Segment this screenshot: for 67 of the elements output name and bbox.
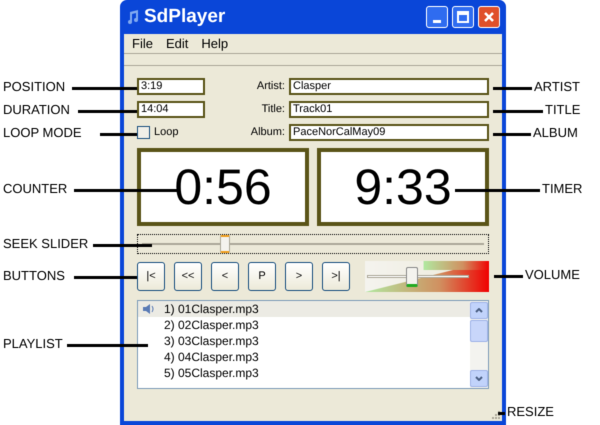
speaker-icon [142, 303, 156, 315]
position-field[interactable]: 3:19 [137, 78, 205, 95]
minimize-icon [433, 20, 441, 23]
playlist-item[interactable]: 1) 01Clasper.mp3 [138, 301, 470, 317]
annotation-label: LOOP MODE [3, 126, 82, 140]
text-field[interactable]: PaceNorCalMay09 [289, 124, 489, 141]
chevron-down-icon [475, 376, 483, 381]
leader-line [493, 110, 543, 113]
playlist-item[interactable]: 5) 05Clasper.mp3 [138, 365, 470, 381]
scroll-down-button[interactable] [470, 370, 488, 387]
music-note-icon [126, 10, 140, 24]
maximize-icon [457, 11, 469, 23]
player-button[interactable]: P [248, 262, 276, 291]
window-title: SdPlayer [144, 4, 226, 29]
field-label: Album: [250, 125, 285, 140]
minimize-button[interactable] [426, 6, 448, 28]
leader-line [72, 87, 137, 90]
leader-line [93, 244, 152, 247]
field-label: Artist: [256, 79, 285, 94]
text-field[interactable]: Track01 [289, 101, 489, 118]
duration-field[interactable]: 14:04 [137, 101, 205, 118]
player-button[interactable]: << [174, 262, 202, 291]
leader-line [493, 133, 531, 136]
annotation-label: DURATION [3, 103, 70, 117]
scrollbar[interactable] [470, 301, 488, 388]
annotation-label: RESIZE [507, 405, 554, 419]
annotation-label: ALBUM [533, 126, 578, 140]
annotation-label: POSITION [3, 80, 66, 94]
leader-line [494, 275, 523, 278]
annotation-label: VOLUME [525, 268, 580, 282]
leader-line [74, 276, 137, 279]
annotation-label: BUTTONS [3, 269, 65, 283]
volume-slider[interactable] [365, 261, 489, 292]
menu-item[interactable]: Help [201, 34, 228, 54]
leader-line [493, 87, 532, 90]
chevron-up-icon [475, 308, 483, 313]
close-icon [483, 11, 495, 23]
loop-label: Loop [154, 125, 178, 140]
loop-checkbox[interactable] [137, 126, 150, 139]
counter-display: 0:56 [137, 148, 309, 226]
slider-thumb[interactable] [220, 235, 230, 253]
playlist-item[interactable]: 4) 04Clasper.mp3 [138, 349, 470, 365]
close-button[interactable] [478, 6, 500, 28]
annotation-label: SEEK SLIDER [3, 237, 88, 251]
scroll-up-button[interactable] [470, 302, 488, 319]
player-button[interactable]: >| [322, 262, 350, 291]
annotation-label: PLAYLIST [3, 337, 63, 351]
annotation-label: TITLE [545, 103, 580, 117]
timer-display: 9:33 [317, 148, 489, 226]
annotation-label: TIMER [542, 182, 582, 196]
playlist-item[interactable]: 3) 03Clasper.mp3 [138, 333, 470, 349]
annotation-label: ARTIST [534, 80, 580, 94]
scroll-thumb[interactable] [470, 320, 488, 342]
maximize-button[interactable] [452, 6, 474, 28]
menu-item[interactable]: Edit [166, 34, 188, 54]
leader-line [100, 133, 137, 136]
annotation-label: COUNTER [3, 182, 68, 196]
player-button[interactable]: < [211, 262, 239, 291]
playlist-item[interactable]: 2) 02Clasper.mp3 [138, 317, 470, 333]
leader-line [78, 110, 137, 113]
field-label: Title: [260, 102, 285, 118]
seek-slider[interactable] [137, 234, 489, 254]
text-field[interactable]: Clasper [289, 78, 489, 95]
player-button[interactable]: > [285, 262, 313, 291]
menu-item[interactable]: File [132, 34, 153, 54]
player-button[interactable]: |< [137, 262, 165, 291]
slider-thumb[interactable] [406, 267, 418, 287]
